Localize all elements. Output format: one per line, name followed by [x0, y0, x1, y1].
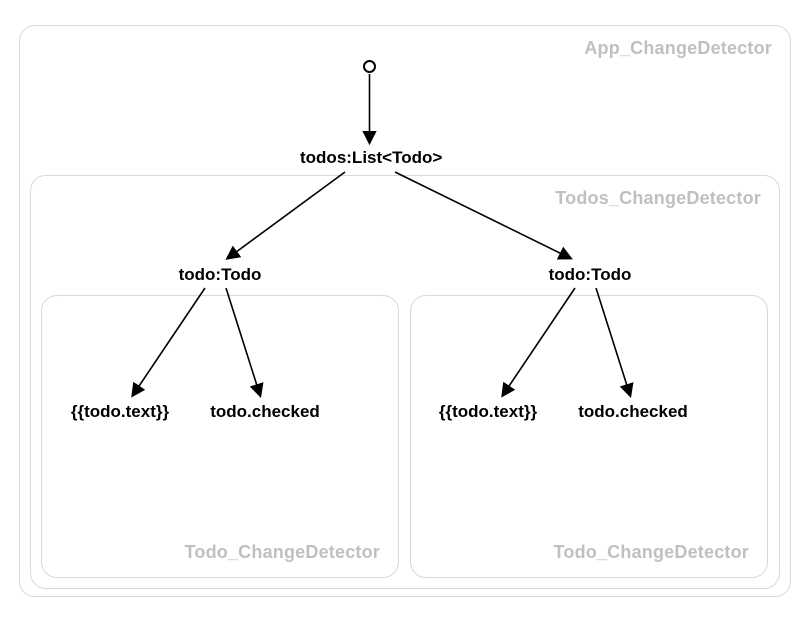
- node-leaf-right-checked: todo.checked: [568, 402, 698, 422]
- node-todo-right: todo:Todo: [540, 265, 640, 285]
- root-node-icon: [363, 60, 376, 73]
- box-todo-right: Todo_ChangeDetector: [410, 295, 768, 578]
- node-todos-list: todos:List<Todo>: [300, 148, 440, 168]
- node-leaf-left-text: {{todo.text}}: [60, 402, 180, 422]
- box-todo-left: Todo_ChangeDetector: [41, 295, 399, 578]
- box-label-todo-right: Todo_ChangeDetector: [554, 542, 749, 563]
- node-todo-left: todo:Todo: [170, 265, 270, 285]
- box-label-todos: Todos_ChangeDetector: [555, 188, 761, 209]
- diagram-canvas: App_ChangeDetector Todos_ChangeDetector …: [0, 0, 810, 617]
- box-label-todo-left: Todo_ChangeDetector: [185, 542, 380, 563]
- node-leaf-right-text: {{todo.text}}: [428, 402, 548, 422]
- node-leaf-left-checked: todo.checked: [200, 402, 330, 422]
- box-label-app: App_ChangeDetector: [584, 38, 772, 59]
